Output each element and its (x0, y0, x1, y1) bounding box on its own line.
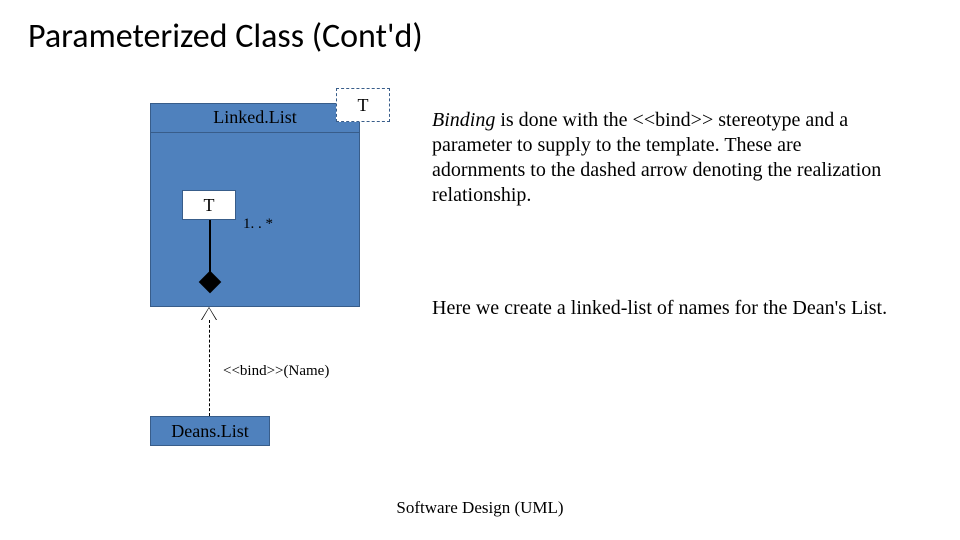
realization-dashed-line (209, 320, 210, 416)
inner-class: T (182, 190, 236, 220)
description-paragraph-2: Here we create a linked-list of names fo… (432, 296, 892, 321)
binding-rest: is done with the <<bind>> stereotype and… (432, 109, 881, 206)
template-class-name: Linked.List (150, 103, 360, 133)
slide: Parameterized Class (Cont'd) Linked.List… (0, 0, 960, 540)
bound-class: Deans.List (150, 416, 270, 446)
aggregation-line (209, 220, 211, 277)
template-parameter: T (336, 88, 390, 122)
description-paragraph-1: Binding is done with the <<bind>> stereo… (432, 108, 892, 208)
uml-diagram: Linked.List T T 1. . * <<bind>>(Name) De… (150, 88, 420, 488)
footer-label: Software Design (UML) (0, 498, 960, 518)
binding-lead: Binding (432, 109, 495, 131)
page-title: Parameterized Class (Cont'd) (28, 16, 423, 57)
bind-stereotype-label: <<bind>>(Name) (223, 363, 329, 380)
realization-arrowhead-icon (202, 308, 216, 320)
multiplicity-label: 1. . * (243, 216, 273, 233)
